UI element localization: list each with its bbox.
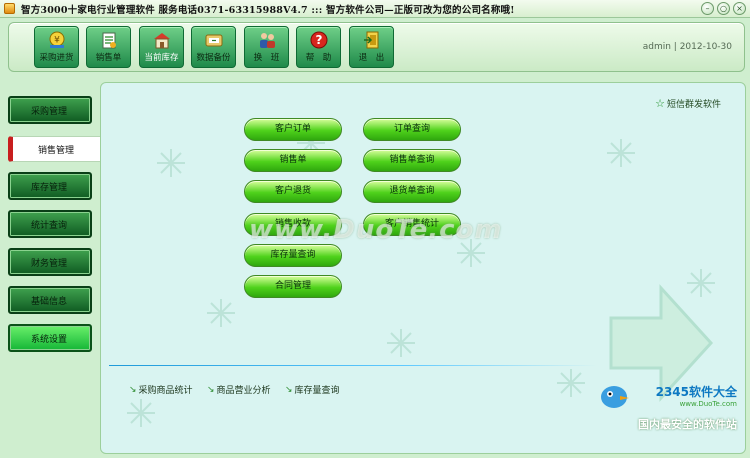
bird-mascot-icon — [601, 386, 629, 408]
toolbar: ¥ 采购进货 销售单 当前库存 数据备份 换 班 ? 帮 助 退 出 admin… — [8, 22, 745, 72]
customer-return-button[interactable]: 客户退货 — [244, 180, 342, 203]
sidebar: 采购管理 销售管理 库存管理 统计查询 财务管理 基础信息 系统设置 — [0, 78, 104, 458]
sales-list-icon — [102, 32, 116, 49]
sales-button[interactable]: 销售单 — [86, 26, 131, 68]
divider-line — [109, 365, 597, 366]
brand-url-text: www.DuoTe.com — [679, 400, 737, 408]
shift-change-button[interactable]: 换 班 — [244, 26, 289, 68]
watermark-text: www.DuoTe.com — [249, 215, 503, 245]
main-panel: ☆ 短信群发软件 客户订单 销售单 客户退货 销售收款 库存量查询 合同管理 订… — [100, 82, 746, 454]
order-query-button[interactable]: 订单查询 — [363, 118, 461, 141]
purchase-button[interactable]: ¥ 采购进货 — [34, 26, 79, 68]
sales-order-button[interactable]: 销售单 — [244, 149, 342, 172]
help-button[interactable]: ? 帮 助 — [296, 26, 341, 68]
window-title: 智方3000十家电行业管理软件 服务电话0371-63315988V4.7 ::… — [21, 4, 515, 16]
restore-icon[interactable]: ○ — [717, 2, 730, 15]
arrow-icon: ↘ — [285, 384, 293, 395]
user-date-info: admin | 2012-10-30 — [642, 42, 732, 52]
sidebar-item-basic-info[interactable]: 基础信息 — [8, 286, 92, 314]
window-controls: – ○ × — [701, 2, 746, 15]
stock-query-link[interactable]: ↘ 库存量查询 — [285, 383, 340, 397]
exit-button[interactable]: 退 出 — [349, 26, 394, 68]
sales-query-button[interactable]: 销售单查询 — [363, 149, 461, 172]
sms-software-link[interactable]: ☆ 短信群发软件 — [655, 96, 721, 111]
customer-order-button[interactable]: 客户订单 — [244, 118, 342, 141]
purchase-stats-link[interactable]: ↘ 采购商品统计 — [129, 383, 193, 397]
sidebar-item-inventory[interactable]: 库存管理 — [8, 172, 92, 200]
backup-icon — [205, 34, 222, 47]
brand-2345-logo: 2345软件大全 www.DuoTe.com 国内最安全的软件站 — [601, 383, 737, 432]
svg-text:?: ? — [315, 33, 322, 47]
brand-tagline: 国内最安全的软件站 — [638, 418, 737, 431]
sidebar-item-system-settings[interactable]: 系统设置 — [8, 324, 92, 352]
brand-2345-text: 2345软件大全 — [655, 385, 737, 399]
cart-money-icon: ¥ — [49, 31, 64, 48]
shift-change-icon — [259, 33, 275, 48]
sidebar-item-finance[interactable]: 财务管理 — [8, 248, 92, 276]
sidebar-item-statistics[interactable]: 统计查询 — [8, 210, 92, 238]
warehouse-house-icon — [153, 33, 170, 49]
backup-button[interactable]: 数据备份 — [191, 26, 236, 68]
close-icon[interactable]: × — [733, 2, 746, 15]
arrow-icon: ↘ — [207, 384, 215, 395]
stock-query-button[interactable]: 库存量查询 — [244, 244, 342, 267]
star-icon: ☆ — [655, 96, 665, 110]
product-analysis-link[interactable]: ↘ 商品营业分析 — [207, 383, 271, 397]
app-icon — [4, 3, 15, 14]
help-icon: ? — [310, 31, 327, 49]
contract-management-button[interactable]: 合同管理 — [244, 275, 342, 298]
svg-text:¥: ¥ — [54, 36, 60, 46]
inventory-button[interactable]: 当前库存 — [139, 26, 184, 68]
title-bar: 智方3000十家电行业管理软件 服务电话0371-63315988V4.7 ::… — [0, 0, 750, 18]
sidebar-item-sales[interactable]: 销售管理 — [8, 136, 104, 162]
sidebar-item-purchase[interactable]: 采购管理 — [8, 96, 92, 124]
exit-icon — [363, 31, 378, 49]
arrow-icon: ↘ — [129, 384, 137, 395]
return-query-button[interactable]: 退货单查询 — [363, 180, 461, 203]
minimize-icon[interactable]: – — [701, 2, 714, 15]
